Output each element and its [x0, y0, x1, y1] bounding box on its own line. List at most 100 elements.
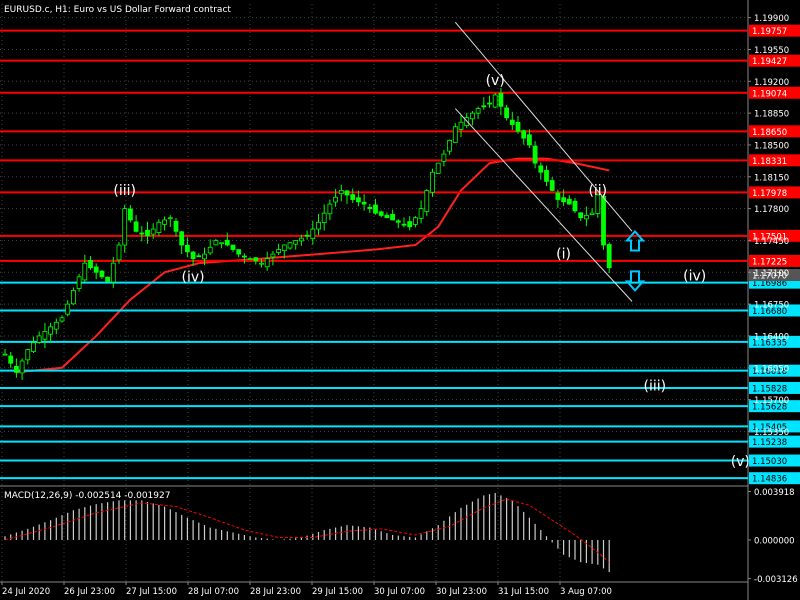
price-tick-label: 1.18850 [754, 110, 789, 120]
candle-body [384, 214, 390, 219]
candle-body [555, 192, 561, 200]
candle-body [578, 212, 584, 219]
candle-body [230, 244, 236, 250]
candle-body [298, 237, 304, 242]
candle-body [207, 246, 213, 254]
candle-body [378, 211, 384, 216]
candle-body [71, 290, 76, 305]
candle-body [430, 171, 435, 193]
wave-label: (iv) [683, 268, 706, 284]
candle-body [475, 108, 481, 114]
candle-body [139, 232, 145, 235]
wave-label: (i) [556, 247, 571, 263]
candle-body [224, 239, 230, 246]
candle-body [133, 221, 139, 232]
candle-body [253, 257, 259, 262]
time-tick-label: 26 Jul 23:00 [64, 587, 115, 597]
time-tick-label: 29 Jul 15:00 [312, 587, 363, 597]
time-tick-label: 3 Aug 07:00 [560, 587, 612, 597]
candle-body [390, 213, 396, 221]
candle-body [48, 326, 53, 335]
candle-body [566, 198, 572, 205]
candle-body [202, 253, 207, 260]
candle-body [236, 249, 242, 255]
price-tick-label: 1.19900 [754, 14, 789, 24]
candle-body [42, 330, 48, 340]
price-tick-label: 1.19200 [754, 78, 789, 88]
candle-body [276, 249, 282, 253]
macd-tick-label: 0.000000 [754, 536, 795, 546]
candle-body [196, 255, 202, 258]
candle-body [247, 258, 253, 261]
price-tag-label: 1.15238 [752, 438, 787, 448]
price-tick-label: 1.16400 [754, 332, 789, 342]
price-tag-label: 1.15828 [752, 384, 787, 394]
wave-label: (iv) [182, 269, 205, 285]
time-tick-label: 28 Jul 23:00 [250, 587, 301, 597]
candle-body [219, 242, 225, 245]
price-tag-label: 1.18650 [752, 128, 787, 138]
candle-body [481, 105, 487, 108]
wave-label: (iii) [113, 183, 136, 199]
candle-body [515, 121, 521, 132]
candle-body [150, 228, 156, 235]
candle-body [122, 208, 128, 246]
candle-body [572, 200, 578, 212]
price-tick-label: 1.16750 [754, 301, 789, 311]
candle-body [110, 262, 116, 283]
candle-body [412, 217, 418, 225]
time-tick-label: 30 Jul 23:00 [436, 587, 487, 597]
wave-label: (iii) [644, 379, 667, 395]
candle-body [162, 219, 168, 225]
candle-body [116, 244, 122, 261]
candle-body [31, 342, 36, 352]
price-tick-label: 1.16050 [754, 364, 789, 374]
candle-body [435, 162, 441, 174]
candle-body [355, 197, 361, 203]
candle-body [173, 220, 179, 232]
candle-body [8, 355, 14, 364]
candle-body [606, 244, 612, 269]
price-tick-label: 1.15350 [754, 428, 789, 438]
price-tick-label: 1.17800 [754, 205, 789, 215]
candle-body [532, 145, 538, 164]
price-tick-label: 1.17100 [754, 269, 789, 279]
candle-body [213, 240, 219, 246]
price-tag-label: 1.14836 [752, 475, 787, 485]
candle-body [584, 215, 589, 220]
candle-body [88, 259, 93, 269]
time-tick-label: 28 Jul 07:00 [188, 587, 239, 597]
candle-body [179, 231, 185, 246]
candle-body [504, 107, 510, 119]
candle-body [544, 170, 549, 182]
time-tick-label: 27 Jul 15:00 [126, 587, 177, 597]
candle-body [407, 221, 413, 228]
candle-body [601, 195, 606, 246]
candle-body [281, 244, 287, 251]
candle-body [395, 220, 401, 223]
macd-label: MACD(12,26,9) -0.002514 -0.001927 [4, 491, 170, 501]
candle-body [447, 140, 453, 152]
price-tag-label: 1.19757 [752, 27, 787, 37]
candle-body [373, 204, 378, 214]
chart-title: EURUSD.c, H1: Euro vs US Dollar Forward … [4, 5, 231, 15]
candle-body [458, 121, 464, 130]
candle-body [293, 240, 299, 245]
candle-body [127, 208, 133, 221]
candle-body [156, 221, 162, 233]
candle-body [561, 197, 566, 203]
candle-body [99, 270, 105, 278]
candle-body [65, 303, 71, 315]
candle-body [76, 276, 82, 289]
candle-body [452, 126, 458, 143]
candle-body [441, 153, 447, 162]
wave-label: (v) [731, 454, 750, 470]
macd-tick-label: 0.003918 [754, 488, 795, 498]
candle-body [2, 353, 8, 356]
trading-chart[interactable]: 1.19757 1.19427 1.19074 1.18650 1.18331 1.179… [0, 0, 800, 600]
candle-body [338, 190, 344, 195]
candle-body [304, 234, 310, 237]
candle-body [53, 321, 59, 330]
candle-body [418, 208, 424, 219]
price-tag-label: 1.17978 [752, 189, 787, 199]
